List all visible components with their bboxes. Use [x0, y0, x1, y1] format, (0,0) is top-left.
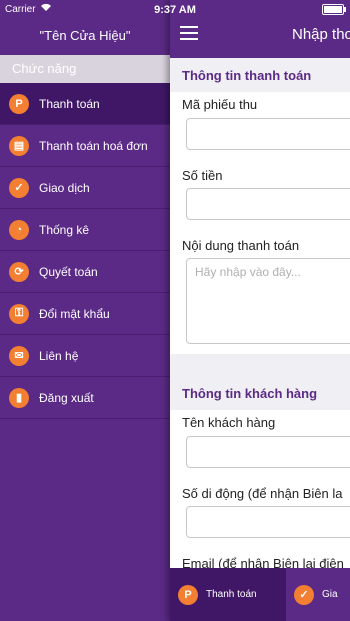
side-drawer: "Tên Cửa Hiệu" Chức năng P Thanh toán ▤ … — [0, 0, 170, 621]
checkmark-icon: ✓ — [294, 584, 314, 605]
payment-info-group: Mã phiếu thu Số tiền Nội dung thanh toán… — [170, 92, 350, 354]
payment-form: Thông tin thanh toán Mã phiếu thu Số tiề… — [170, 58, 350, 568]
tab-label: Gia — [322, 589, 338, 600]
payment-icon: P — [178, 584, 198, 605]
tab-transactions[interactable]: ✓ Gia — [294, 568, 350, 621]
payment-info-heading: Thông tin thanh toán — [182, 68, 312, 83]
payment-content-label: Nội dung thanh toán — [182, 238, 300, 253]
email-label: Email (để nhận Biên lai điện — [182, 556, 344, 568]
menu-item-transactions[interactable]: ✓ Giao dịch — [0, 167, 170, 209]
customer-info-group: Tên khách hàng Số di động (để nhận Biên … — [170, 410, 350, 568]
drawer-menu: P Thanh toán ▤ Thanh toán hoá đơn ✓ Giao… — [0, 83, 170, 419]
menu-item-label: Thanh toán — [39, 96, 100, 111]
phone-label: Số di động (để nhận Biên la — [182, 486, 343, 501]
battery-icon — [322, 4, 346, 15]
amount-label: Số tiền — [182, 168, 223, 183]
phone-input[interactable] — [186, 506, 350, 538]
logout-icon: ▮ — [9, 387, 29, 408]
menu-item-label: Quyết toán — [39, 264, 98, 279]
invoice-icon: ▤ — [9, 135, 29, 156]
customer-name-label: Tên khách hàng — [182, 415, 276, 430]
menu-item-label: Đổi mật khẩu — [39, 306, 110, 321]
clock: 9:37 AM — [154, 4, 196, 16]
menu-item-label: Thống kê — [39, 222, 90, 237]
menu-item-label: Thanh toán hoá đơn — [39, 138, 148, 153]
payment-icon: P — [9, 93, 29, 114]
section-label: Chức năng — [0, 55, 170, 83]
menu-item-label: Đăng xuất — [39, 390, 94, 405]
main-panel: Nhập tho Thông tin thanh toán Mã phiếu t… — [170, 0, 350, 621]
menu-item-change-password[interactable]: ⚿ Đổi mật khẩu — [0, 293, 170, 335]
amount-input[interactable] — [186, 188, 350, 220]
menu-item-payment[interactable]: P Thanh toán — [0, 83, 170, 125]
page-title: Nhập tho — [292, 26, 350, 43]
mail-icon: ✉ — [9, 345, 29, 366]
menu-item-statistics[interactable]: ◔ Thống kê — [0, 209, 170, 251]
key-icon: ⚿ — [9, 303, 29, 324]
checkmark-icon: ✓ — [9, 177, 29, 198]
tab-bar: P Thanh toán ✓ Gia — [170, 568, 350, 621]
customer-info-heading: Thông tin khách hàng — [182, 386, 318, 401]
menu-item-label: Giao dịch — [39, 180, 90, 195]
status-bar: Carrier 9:37 AM — [0, 0, 350, 20]
payment-content-textarea[interactable]: Hãy nhập vào đây... — [186, 258, 350, 344]
menu-item-bill-payment[interactable]: ▤ Thanh toán hoá đơn — [0, 125, 170, 167]
refresh-icon: ⟳ — [9, 261, 29, 282]
menu-item-logout[interactable]: ▮ Đăng xuất — [0, 377, 170, 419]
tab-label: Thanh toán — [206, 589, 257, 600]
hamburger-menu-icon[interactable] — [180, 26, 198, 40]
pie-chart-icon: ◔ — [9, 219, 29, 240]
menu-item-settlement[interactable]: ⟳ Quyết toán — [0, 251, 170, 293]
receipt-code-label: Mã phiếu thu — [182, 97, 258, 112]
customer-name-input[interactable] — [186, 436, 350, 468]
store-name: "Tên Cửa Hiệu" — [39, 28, 131, 43]
menu-item-label: Liên hệ — [39, 348, 79, 363]
menu-item-contact[interactable]: ✉ Liên hệ — [0, 335, 170, 377]
receipt-code-input[interactable] — [186, 118, 350, 150]
tab-payment[interactable]: P Thanh toán — [170, 568, 286, 621]
